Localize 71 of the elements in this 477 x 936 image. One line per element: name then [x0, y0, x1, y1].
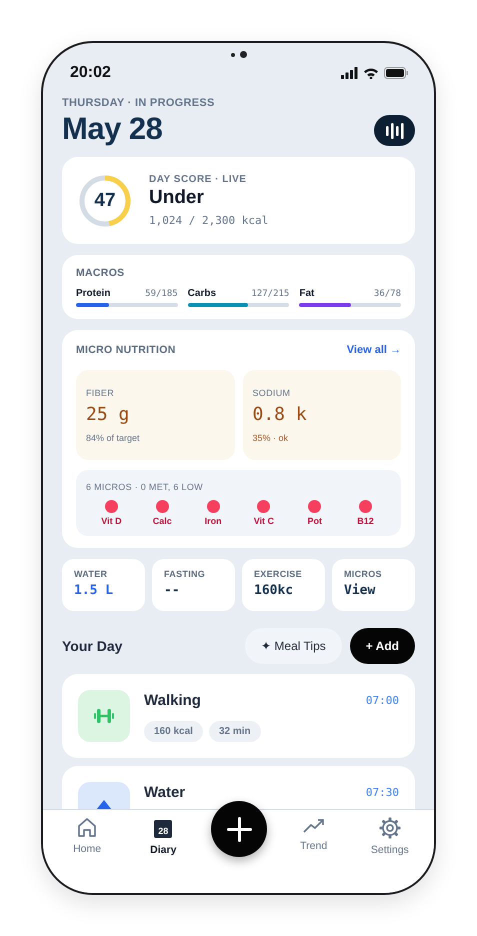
bars-icon	[386, 122, 404, 138]
stat-tile[interactable]: FASTING --	[152, 559, 235, 611]
day-label: THURSDAY · IN PROGRESS	[62, 97, 215, 109]
nutrient-label: FIBER	[86, 388, 116, 398]
add-fab[interactable]	[211, 801, 267, 857]
section-title: MICRO NUTRITION	[76, 344, 176, 356]
calendar-icon: 28	[154, 820, 172, 838]
stat-tile[interactable]: EXERCISE 160kc	[242, 559, 325, 611]
audio-button[interactable]	[374, 115, 415, 146]
section-title: MACROS	[76, 267, 126, 279]
stat-value: --	[164, 583, 181, 598]
view-all-link[interactable]: View all →	[346, 344, 401, 356]
macro-name: Protein	[76, 288, 110, 299]
score-value: 47	[93, 190, 117, 212]
macro-reading: 127/215	[251, 289, 290, 299]
entry-time: 07:00	[366, 694, 399, 707]
micro-name: B12	[357, 516, 374, 526]
status-time: 20:02	[70, 64, 111, 82]
entry-title: Walking	[144, 692, 201, 709]
date-title: May 28	[62, 111, 164, 147]
nutrient-note: 84% of target	[86, 433, 141, 443]
micro-name: Calc	[152, 516, 172, 526]
entry-time: 07:30	[366, 786, 399, 799]
stat-value: 160kc	[254, 583, 294, 598]
stat-label: EXERCISE	[254, 569, 303, 579]
stat-tile[interactable]: WATER 1.5 L	[62, 559, 145, 611]
camera-icon	[240, 51, 246, 58]
home-icon	[76, 817, 98, 838]
stat-value: 1.5 L	[74, 583, 114, 598]
nav-tab[interactable]: Home	[56, 810, 118, 855]
gear-icon	[378, 817, 401, 839]
calorie-reading: 1,024 / 2,300 kcal	[149, 214, 268, 227]
nutrient-label: SODIUM	[252, 388, 292, 398]
nutrient-note: 35% · ok	[252, 433, 290, 443]
nav-tab[interactable]: 28 Diary	[132, 810, 194, 856]
entry-tag: 160 kcal	[144, 721, 203, 742]
macro-reading: 36/78	[374, 289, 402, 299]
entry-card[interactable]: Walking 07:00 160 kcal 32 min	[62, 674, 415, 758]
signal-icon	[341, 67, 358, 79]
micros-summary: 6 MICROS · 0 MET, 6 LOW	[86, 482, 204, 492]
stat-label: FASTING	[164, 569, 206, 579]
nutrient-value: 25 g	[86, 404, 130, 425]
micro-name: Pot	[307, 516, 322, 526]
stat-value: View	[344, 583, 376, 598]
dumbbell-icon	[94, 707, 114, 725]
section-heading: Your Day	[62, 638, 122, 654]
entry-title: Water	[144, 784, 186, 801]
micro-name: Vit C	[254, 516, 274, 526]
macro-reading: 59/185	[145, 289, 178, 299]
add-button[interactable]: + Add	[350, 628, 415, 664]
plus-icon	[226, 816, 252, 842]
macro-name: Carbs	[188, 288, 216, 299]
micro-name: Vit D	[101, 516, 122, 526]
entry-card[interactable]: Water 07:30	[62, 766, 415, 810]
macro-name: Fat	[299, 288, 314, 299]
sensor-icon	[230, 52, 234, 56]
score-ring	[78, 174, 132, 228]
stat-label: WATER	[74, 569, 108, 579]
entry-tag: 32 min	[208, 721, 261, 742]
battery-icon	[384, 67, 408, 79]
nav-tab[interactable]: Settings	[358, 810, 421, 856]
score-status: Under	[149, 187, 205, 209]
nav-tab[interactable]: Trend	[282, 810, 345, 852]
nutrient-value: 0.8 k	[252, 404, 308, 425]
tips-button[interactable]: ✦ Meal Tips	[245, 628, 342, 664]
stat-tile[interactable]: MICROS View	[332, 559, 415, 611]
wifi-icon	[363, 67, 379, 79]
trend-icon	[302, 817, 325, 835]
micro-name: Iron	[204, 516, 222, 526]
stat-label: MICROS	[344, 569, 383, 579]
score-label: DAY SCORE · LIVE	[149, 174, 248, 185]
